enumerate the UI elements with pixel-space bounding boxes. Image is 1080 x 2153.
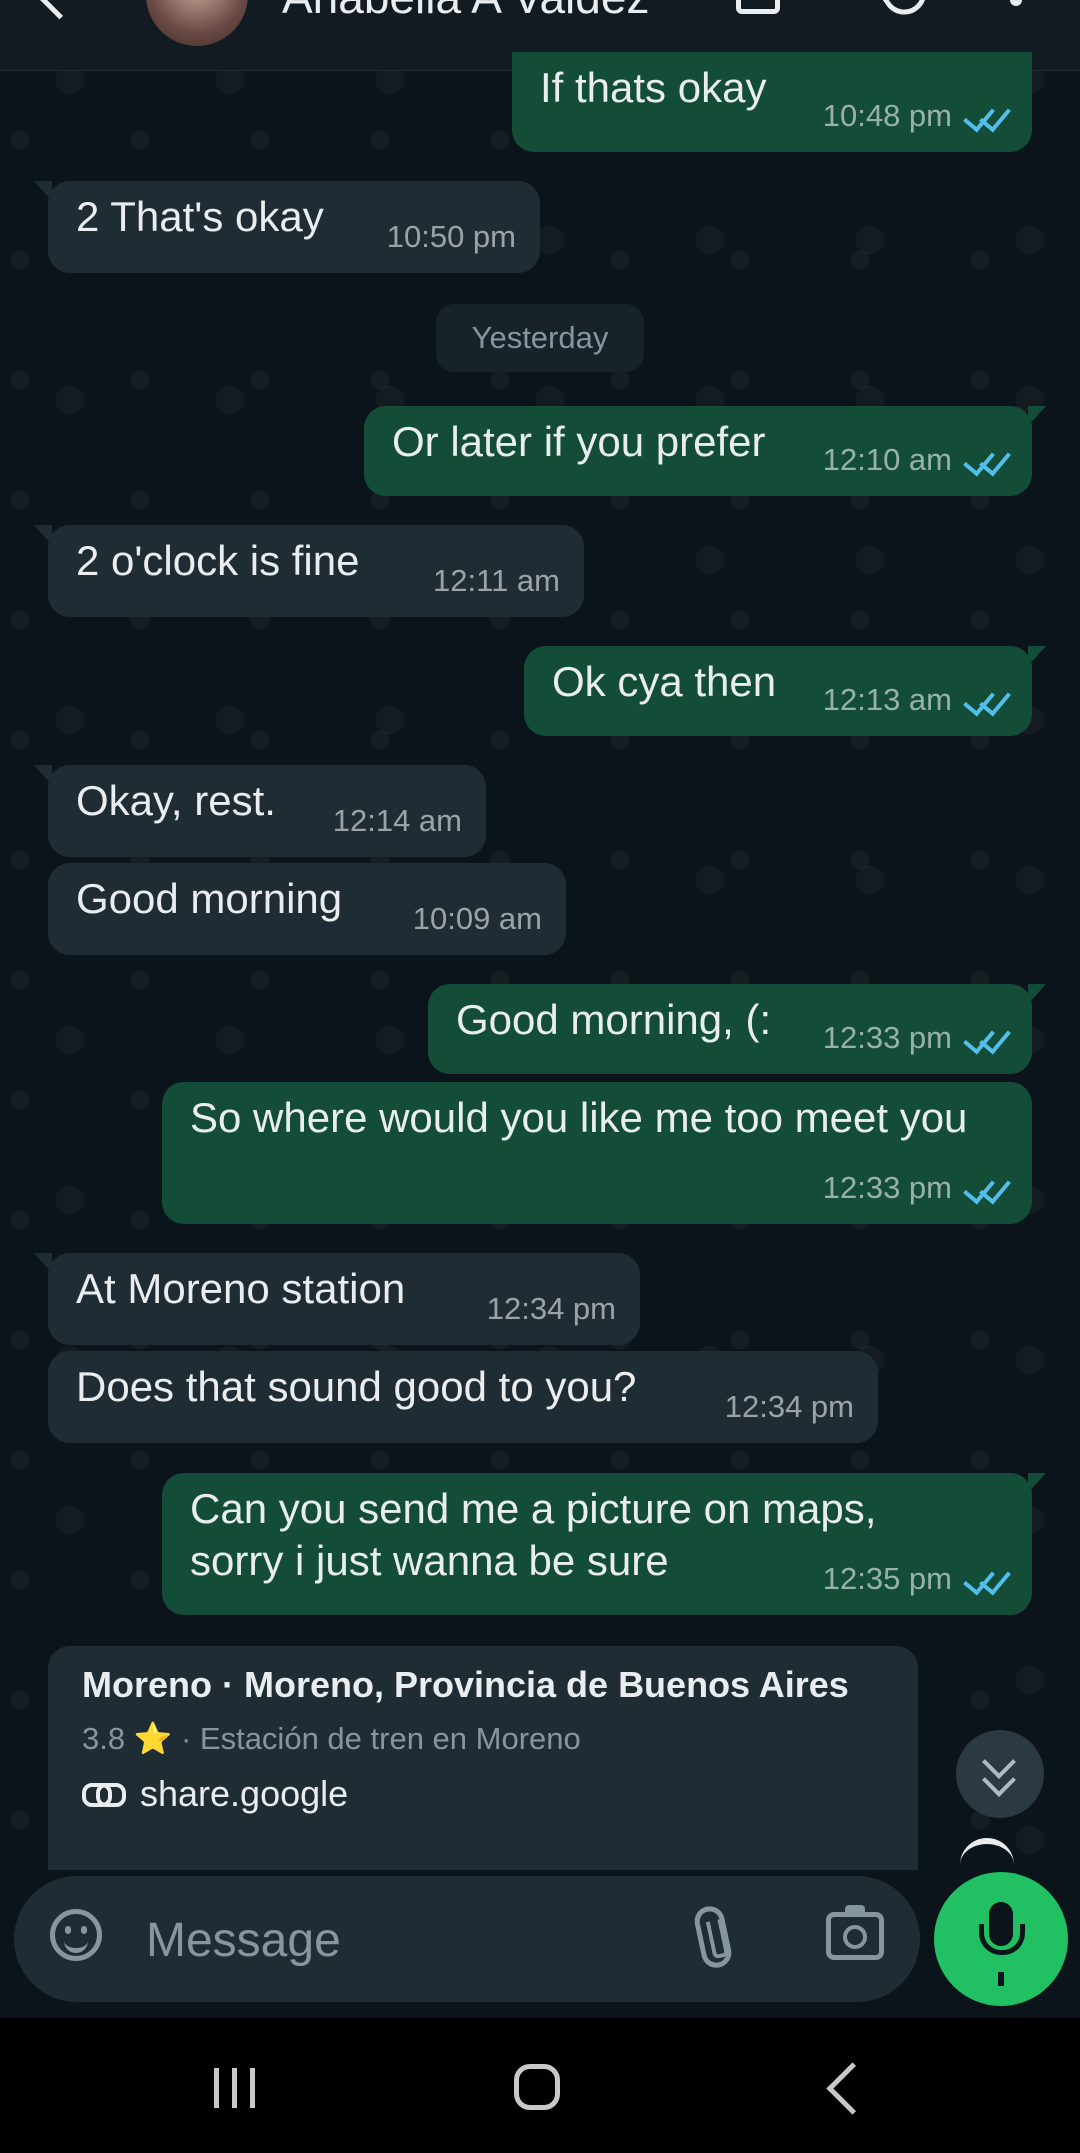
message-time: 12:13 am — [822, 682, 952, 717]
contact-name[interactable]: Anabella A Valdez — [282, 0, 649, 24]
read-ticks-icon — [963, 1171, 1011, 1205]
voice-call-icon[interactable] — [877, 0, 935, 24]
recent-apps-icon[interactable] — [214, 2068, 258, 2108]
message-outgoing[interactable]: Can you send me a picture on maps, sorry… — [162, 1473, 1046, 1615]
message-text: Okay, rest. — [76, 777, 276, 824]
emoji-sticker-icon[interactable] — [50, 1909, 102, 1961]
star-icon: ⭐ — [133, 1721, 173, 1756]
message-incoming[interactable]: Okay, rest. 12:14 am — [34, 765, 486, 857]
camera-icon[interactable] — [826, 1905, 884, 1960]
message-text: 2 That's okay — [76, 193, 324, 240]
message-text: If thats okay — [540, 64, 767, 111]
message-incoming[interactable]: Good morning 10:09 am — [48, 863, 566, 955]
scroll-to-bottom-button[interactable] — [956, 1730, 1044, 1818]
link-row[interactable]: share.google — [82, 1773, 884, 1815]
link-url[interactable]: share.google — [140, 1773, 348, 1815]
system-navigation-bar — [0, 2018, 1080, 2153]
video-call-icon[interactable] — [736, 0, 780, 14]
message-time: 12:34 pm — [486, 1291, 616, 1326]
back-nav-icon[interactable] — [826, 2062, 879, 2115]
message-time: 12:33 pm — [822, 1170, 952, 1205]
message-time: 12:35 pm — [822, 1561, 952, 1596]
message-text: Ok cya then — [552, 658, 777, 705]
message-incoming[interactable]: 2 That's okay 10:50 pm — [34, 181, 540, 273]
home-icon[interactable] — [514, 2064, 560, 2110]
rating-value: 3.8 — [82, 1721, 126, 1756]
message-time: 12:10 am — [822, 442, 952, 477]
date-separator: Yesterday — [436, 304, 644, 372]
message-incoming[interactable]: 2 o'clock is fine 12:11 am — [34, 525, 584, 617]
message-time: 10:09 am — [412, 901, 542, 936]
message-text: At Moreno station — [76, 1265, 406, 1312]
read-ticks-icon — [963, 1562, 1011, 1596]
message-incoming[interactable]: Does that sound good to you? 12:34 pm — [48, 1351, 878, 1443]
message-time: 12:33 pm — [822, 1020, 952, 1055]
link-preview-card[interactable]: Moreno · Moreno, Provincia de Buenos Air… — [48, 1646, 918, 1870]
message-time: 12:14 am — [332, 803, 462, 838]
read-ticks-icon — [963, 1021, 1011, 1055]
voice-message-button[interactable] — [934, 1872, 1068, 2006]
message-text: Good morning — [76, 875, 343, 922]
microphone-icon — [979, 1902, 1025, 1955]
message-input[interactable] — [144, 1904, 668, 1976]
paperclip-attach-icon[interactable] — [691, 1903, 735, 1971]
chevron-down-icon — [982, 1763, 1016, 1797]
message-outgoing[interactable]: Or later if you prefer 12:10 am — [364, 406, 1046, 496]
place-category: · Estación de tren en Moreno — [180, 1721, 581, 1756]
message-outgoing[interactable]: Good morning, (: 12:33 pm — [428, 984, 1046, 1074]
read-ticks-icon — [963, 683, 1011, 717]
message-time: 10:48 pm — [822, 98, 952, 133]
message-composer — [14, 1876, 920, 2002]
avatar[interactable] — [146, 0, 248, 46]
link-preview-subtitle: 3.8 ⭐ · Estación de tren en Moreno — [82, 1720, 884, 1757]
back-arrow-icon[interactable] — [37, 0, 82, 20]
message-text: Can you send me a picture on maps, sorry… — [190, 1485, 877, 1584]
message-incoming[interactable]: At Moreno station 12:34 pm — [34, 1253, 640, 1345]
message-text: Or later if you prefer — [392, 418, 766, 465]
link-preview-title: Moreno · Moreno, Provincia de Buenos Air… — [82, 1664, 849, 1705]
message-time: 12:34 pm — [724, 1389, 854, 1424]
message-outgoing[interactable]: If thats okay 10:48 pm — [512, 52, 1032, 152]
more-vert-icon[interactable] — [1010, 0, 1022, 6]
read-ticks-icon — [963, 443, 1011, 477]
message-text: 2 o'clock is fine — [76, 537, 360, 584]
message-outgoing[interactable]: Ok cya then 12:13 am — [524, 646, 1046, 736]
message-text: Does that sound good to you? — [76, 1363, 637, 1410]
read-ticks-icon — [963, 99, 1011, 133]
message-outgoing[interactable]: So where would you like me too meet you … — [162, 1082, 1032, 1224]
message-time: 12:11 am — [433, 563, 560, 598]
message-text: Good morning, (: — [456, 996, 772, 1043]
link-icon — [82, 1783, 126, 1807]
message-text: So where would you like me too meet you — [190, 1094, 968, 1141]
message-time: 10:50 pm — [386, 219, 516, 254]
